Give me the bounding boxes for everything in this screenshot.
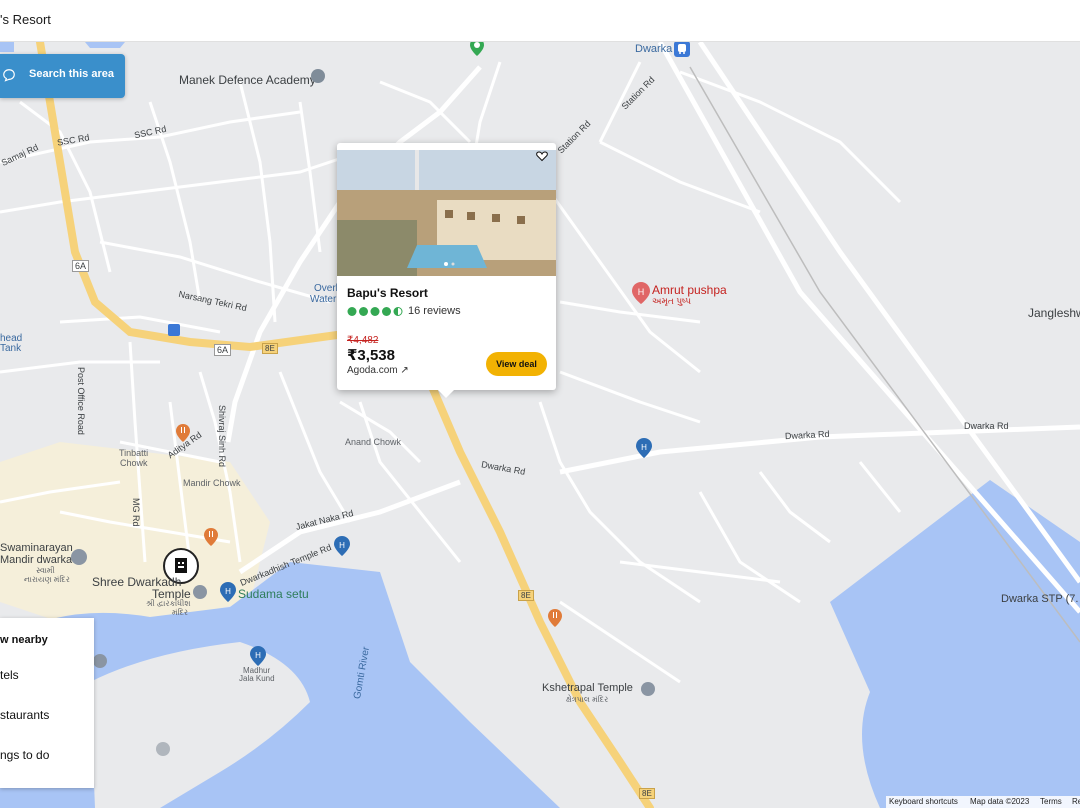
terms-link[interactable]: Terms [1040, 797, 1062, 806]
map-label-swaminarayan: Mandir dwarka [0, 554, 73, 566]
school-icon[interactable] [311, 69, 325, 83]
show-nearby-heading: w nearby [0, 634, 48, 646]
map-label-kshetrapal-guj: ક્ષેત્રપાલ મંદિર [566, 695, 609, 704]
page-title: 's Resort [0, 12, 51, 27]
temple-icon[interactable] [71, 549, 87, 565]
train-station-icon [674, 42, 690, 57]
landmark-icon[interactable] [156, 742, 170, 756]
view-deal-button[interactable]: View deal [486, 352, 547, 376]
search-this-area-button[interactable]: Search this area [0, 54, 125, 98]
deal-price: ₹3,538 [347, 347, 395, 364]
map-label-kshetrapal: Kshetrapal Temple [542, 682, 633, 694]
restaurant-pin-icon[interactable] [176, 424, 190, 447]
hotel-name[interactable]: Bapu's Resort [347, 286, 428, 300]
map-label-sudama: Sudama setu [238, 587, 309, 601]
map-label-amrut-guj: અમૃત પુષ્પ [652, 296, 692, 306]
map-label-mandir-chowk: Mandir Chowk [183, 478, 241, 488]
route-shield-8e: 8E [518, 590, 534, 601]
map-attribution: Keyboard shortcuts Map data ©2023 Terms … [886, 796, 1080, 808]
svg-text:H: H [641, 443, 647, 452]
map-label-mg-rd: MG Rd [131, 498, 141, 527]
route-shield-6a: 6A [214, 344, 232, 356]
map-label-amrut: Amrut pushpa [652, 283, 727, 297]
map-label-manek: Manek Defence Academy [179, 73, 316, 87]
route-shield-8e: 8E [262, 343, 278, 354]
hotel-pin-icon[interactable]: H [220, 582, 236, 607]
hotel-photo[interactable] [337, 150, 556, 276]
nearby-hotels-toggle[interactable]: tels [0, 668, 19, 682]
route-shield-6a: 6A [72, 260, 90, 272]
keyboard-shortcuts-link[interactable]: Keyboard shortcuts [889, 797, 958, 806]
bus-stop-icon[interactable] [168, 324, 180, 336]
svg-text:H: H [225, 587, 231, 596]
map-label-dwarka-stp: Dwarka STP (7. [1001, 593, 1079, 605]
map-label-madhur: Jala Kund [239, 674, 275, 683]
map-label-post-office: Post Office Road [76, 367, 86, 435]
show-nearby-panel: w nearby tels staurants ngs to do [0, 618, 94, 788]
search-this-area-label: Search this area [29, 68, 114, 80]
svg-text:H: H [255, 651, 261, 660]
map-label-swaminarayan: Swaminarayan [0, 542, 73, 554]
original-price: ₹4,482 [347, 335, 379, 346]
provider-link[interactable]: Agoda.com ↗ [347, 365, 409, 376]
route-shield-8e: 8E [639, 788, 655, 799]
heart-icon[interactable] [536, 150, 548, 162]
map-label-swaminarayan-guj: નારાયણ મંદિર [24, 575, 70, 584]
review-count[interactable]: 16 reviews [408, 305, 461, 317]
hotel-popup-card[interactable]: Bapu's Resort 16 reviews ₹4,482 ₹3,538 A… [337, 143, 556, 398]
map-label-anand-chowk: Anand Chowk [345, 437, 402, 447]
report-link[interactable]: Re [1072, 797, 1080, 806]
restaurant-pin-icon[interactable] [548, 609, 562, 632]
park-pin-icon[interactable] [470, 42, 484, 61]
svg-text:H: H [339, 541, 345, 550]
map-label-jangleshwar: Jangleshw [1028, 306, 1080, 320]
hotel-photo-image [337, 150, 556, 276]
map-label-shivraj: Shivraj Sinh Rd [217, 405, 227, 468]
restaurant-pin-icon[interactable] [204, 528, 218, 551]
map-label-dwarka-station: Dwarka [635, 43, 673, 55]
nearby-things-to-do-toggle[interactable]: ngs to do [0, 748, 49, 762]
hotel-pin-icon[interactable]: H [632, 282, 650, 309]
map[interactable]: 6A 6A 8E 8E 8E Dwarka Manek Defence Acad… [0, 42, 1080, 808]
map-data-credit: Map data ©2023 [970, 797, 1030, 806]
rating-bubbles [347, 307, 403, 316]
map-label-dwarka-rd: Dwarka Rd [964, 421, 1009, 431]
map-label-overhead: Water [310, 294, 337, 305]
temple-icon[interactable] [193, 585, 207, 599]
hotel-pin-icon[interactable]: H [636, 438, 652, 463]
map-label-shree-guj: મંદિર [172, 608, 189, 617]
top-bar: 's Resort [0, 0, 1080, 42]
map-label-tinbatti: Tinbatti [119, 448, 149, 458]
chat-bubble-icon [3, 69, 15, 82]
temple-icon[interactable] [93, 654, 107, 668]
map-label-head-tank: Tank [0, 343, 22, 354]
hotel-pin-icon[interactable]: H [334, 536, 350, 561]
svg-text:H: H [638, 287, 645, 297]
temple-icon[interactable] [641, 682, 655, 696]
map-label-tinbatti: Chowk [120, 458, 148, 468]
nearby-restaurants-toggle[interactable]: staurants [0, 708, 49, 722]
